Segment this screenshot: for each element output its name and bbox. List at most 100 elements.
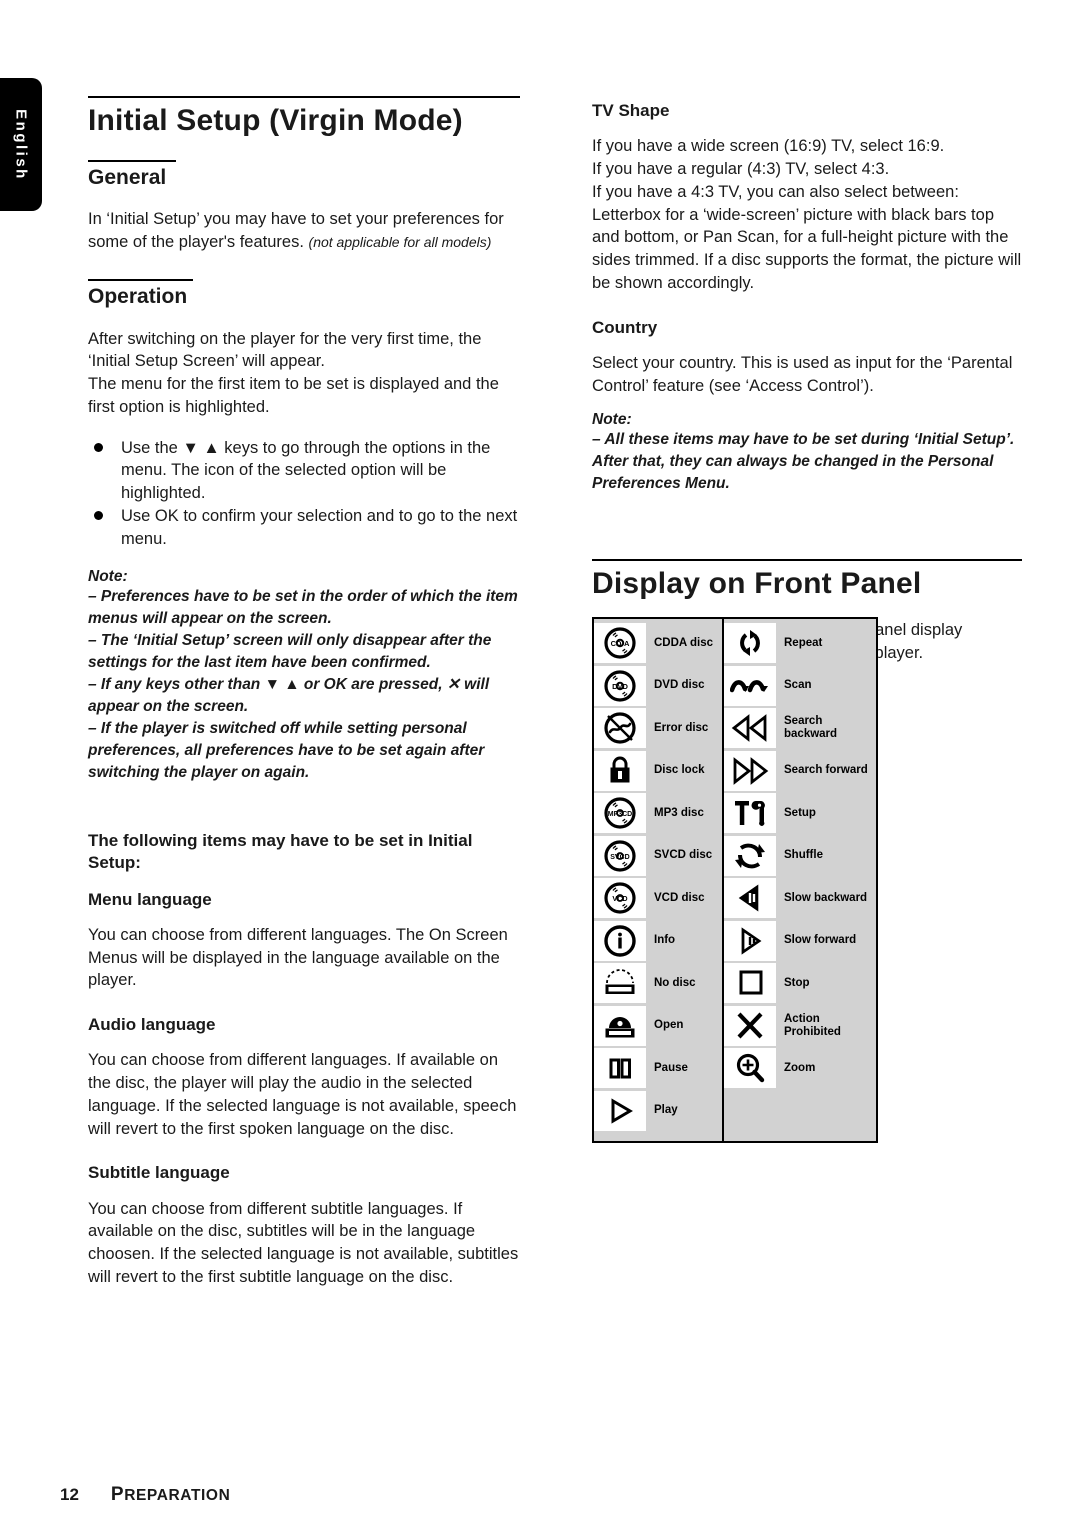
icon-label-pause: Pause xyxy=(654,1061,688,1074)
icon-label-open: Open xyxy=(654,1019,684,1032)
subtitle-language-text: You can choose from different subtitle l… xyxy=(88,1199,519,1286)
open-tray-icon xyxy=(594,1005,646,1046)
icon-label-svcd-disc: SVCD disc xyxy=(654,849,713,862)
general-heading: General xyxy=(88,165,167,189)
front-panel-icon-table: CD-A CDDA disc DVD DVD disc Error disc D… xyxy=(592,617,878,1143)
country-text: Select your country. This is used as inp… xyxy=(592,353,1013,395)
left-column: Initial Setup (Virgin Mode) General In ‘… xyxy=(88,96,520,1289)
subtitle-language-heading: Subtitle language xyxy=(88,1163,230,1183)
footer-chapter-rest: REPARATION xyxy=(124,1487,231,1504)
error-disc-icon xyxy=(594,708,646,749)
page-title: Initial Setup (Virgin Mode) xyxy=(88,104,463,137)
icon-row-slow-forward: Slow forward xyxy=(724,920,876,963)
icon-row-setup: Setup xyxy=(724,792,876,835)
repeat-icon xyxy=(724,623,776,664)
icon-row-svcd-disc: SVCD SVCD disc xyxy=(594,835,722,878)
operation-heading: Operation xyxy=(88,285,188,309)
vcd-disc-icon: VCD xyxy=(594,878,646,919)
operation-bullet-1: Use the ▼ ▲ keys to go through the optio… xyxy=(88,437,520,505)
disc-lock-icon xyxy=(594,750,646,791)
search-backward-icon xyxy=(724,708,776,749)
icon-label-zoom: Zoom xyxy=(784,1061,816,1074)
title-rule xyxy=(88,96,520,98)
country-note-text: – All these items may have to be set dur… xyxy=(592,431,1015,493)
footer-chapter: PREPARATION xyxy=(111,1484,230,1506)
icon-label-slow-forward: Slow forward xyxy=(784,934,857,947)
language-tab: English xyxy=(0,78,42,211)
svg-text:DVD: DVD xyxy=(612,682,628,691)
icon-row-cdda-disc: CD-A CDDA disc xyxy=(594,622,722,665)
icon-label-stop: Stop xyxy=(784,976,810,989)
action-prohibited-icon xyxy=(724,1005,776,1046)
tv-shape-line-2: If you have a regular (4:3) TV, select 4… xyxy=(592,160,890,179)
icon-row-repeat: Repeat xyxy=(724,622,876,665)
info-icon xyxy=(594,920,646,961)
icon-table-left-column: CD-A CDDA disc DVD DVD disc Error disc D… xyxy=(594,619,724,1141)
language-tab-label: English xyxy=(12,108,30,181)
slow-forward-icon xyxy=(724,920,776,961)
items-intro-heading: The following items may have to be set i… xyxy=(88,831,473,873)
bullet-dot-icon xyxy=(94,442,103,452)
icon-label-cdda-disc: CDDA disc xyxy=(654,636,713,649)
front-panel-rule xyxy=(592,559,1022,562)
icon-label-play: Play xyxy=(654,1104,678,1117)
audio-language-text: You can choose from different languages.… xyxy=(88,1051,517,1138)
svg-text:VCD: VCD xyxy=(612,894,627,903)
svg-text:SVCD: SVCD xyxy=(610,854,629,861)
tv-shape-heading: TV Shape xyxy=(592,101,670,120)
search-forward-icon xyxy=(724,750,776,791)
icon-label-disc-lock: Disc lock xyxy=(654,764,705,777)
icon-row-slow-backward: Slow backward xyxy=(724,877,876,920)
operation-note-3: – If any keys other than ▼ ▲ or OK are p… xyxy=(88,676,490,716)
icon-label-no-disc: No disc xyxy=(654,976,696,989)
icon-row-scan: Scan xyxy=(724,665,876,708)
icon-row-action-prohibited: Action Prohibited xyxy=(724,1005,876,1048)
general-rule xyxy=(88,159,176,162)
icon-label-dvd-disc: DVD disc xyxy=(654,679,705,692)
no-disc-icon xyxy=(594,963,646,1004)
setup-icon xyxy=(724,793,776,834)
icon-row-disc-lock: Disc lock xyxy=(594,750,722,793)
operation-rule xyxy=(88,279,193,282)
icon-row-dvd-disc: DVD DVD disc xyxy=(594,665,722,708)
icon-label-search-forward: Search forward xyxy=(784,764,868,777)
bullet-dot-icon xyxy=(94,510,103,520)
menu-language-heading: Menu language xyxy=(88,889,212,909)
icon-row-mp3-disc: MP3CD MP3 disc xyxy=(594,792,722,835)
front-panel-title: Display on Front Panel xyxy=(592,567,922,601)
zoom-icon xyxy=(724,1048,776,1089)
icon-row-zoom: Zoom xyxy=(724,1047,876,1090)
menu-language-text: You can choose from different languages.… xyxy=(88,925,508,990)
footer-chapter-initial: P xyxy=(110,1484,125,1505)
tv-shape-line-1: If you have a wide screen (16:9) TV, sel… xyxy=(592,137,945,156)
operation-paragraph-1: After switching on the player for the ve… xyxy=(88,329,482,371)
svg-text:CD-A: CD-A xyxy=(611,639,630,648)
icon-label-info: Info xyxy=(654,934,676,947)
operation-note-4: – If the player is switched off while se… xyxy=(88,720,485,782)
audio-language-heading: Audio language xyxy=(88,1015,216,1035)
operation-note-label: Note: xyxy=(88,568,128,586)
icon-label-vcd-disc: VCD disc xyxy=(654,891,705,904)
icon-row-vcd-disc: VCD VCD disc xyxy=(594,877,722,920)
operation-paragraph-2: The menu for the first item to be set is… xyxy=(88,375,499,416)
stop-icon xyxy=(724,963,776,1004)
cdda-disc-icon: CD-A xyxy=(594,623,646,664)
mp3-disc-icon: MP3CD xyxy=(594,793,646,834)
icon-row-open: Open xyxy=(594,1005,722,1048)
icon-row-search-backward: Search backward xyxy=(724,707,876,750)
footer-page-number: 12 xyxy=(60,1485,79,1504)
icon-label-shuffle: Shuffle xyxy=(784,849,823,862)
page-footer: 12 PREPARATION xyxy=(60,1484,230,1506)
svg-text:MP3CD: MP3CD xyxy=(608,811,633,818)
icon-row-no-disc: No disc xyxy=(594,962,722,1005)
icon-label-slow-backward: Slow backward xyxy=(784,891,868,904)
icon-label-scan: Scan xyxy=(784,679,812,692)
country-heading: Country xyxy=(592,317,658,337)
icon-row-stop: Stop xyxy=(724,962,876,1005)
icon-row-shuffle: Shuffle xyxy=(724,835,876,878)
icon-label-repeat: Repeat xyxy=(784,636,823,649)
icon-row-error-disc: Error disc xyxy=(594,707,722,750)
general-paragraph-aside: (not applicable for all models) xyxy=(308,233,492,250)
icon-label-mp3-disc: MP3 disc xyxy=(654,806,704,819)
icon-row-play: Play xyxy=(594,1090,722,1133)
